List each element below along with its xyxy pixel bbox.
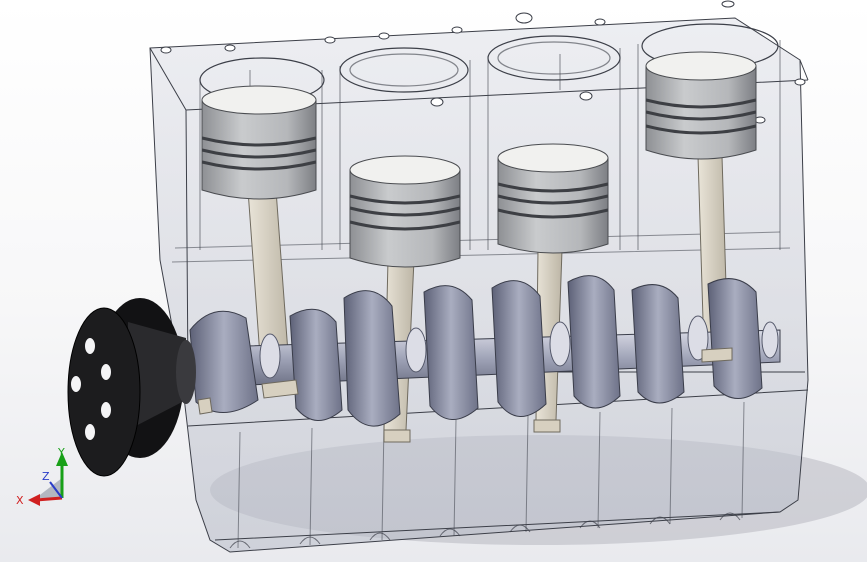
crank-web-7 xyxy=(631,284,685,404)
view-orientation-triad[interactable]: X Y Z xyxy=(16,446,68,507)
crank-web-5 xyxy=(491,280,547,417)
piston-1[interactable] xyxy=(201,85,317,200)
piston-3[interactable] xyxy=(497,143,609,254)
crank-web-2 xyxy=(289,308,343,421)
crank-web-4 xyxy=(423,285,479,420)
triad-x-arrow xyxy=(28,494,40,506)
piston-4[interactable] xyxy=(645,51,757,160)
crank-web-8 xyxy=(707,278,763,399)
piston-2[interactable] xyxy=(349,155,461,268)
triad-z-label: Z xyxy=(42,470,50,483)
crank-web-6 xyxy=(567,275,621,409)
triad-y-label: Y xyxy=(57,446,65,459)
crank-web-3 xyxy=(343,290,401,427)
cad-graphics-viewport[interactable]: X Y Z xyxy=(0,0,867,562)
pulley-boss xyxy=(176,340,196,404)
pulley-face xyxy=(67,307,141,477)
triad-x-label: X xyxy=(16,494,24,507)
